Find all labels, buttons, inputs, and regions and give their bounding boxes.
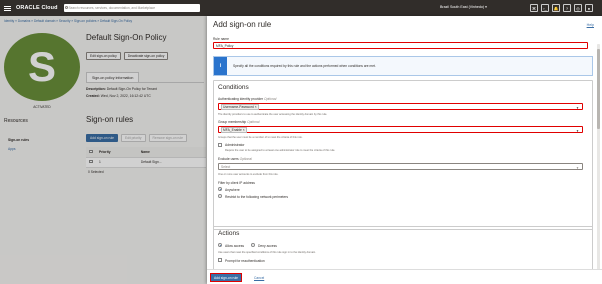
add-sign-on-rule-panel: Add sign-on rule Help Rule name MFA_Poli… bbox=[207, 16, 602, 284]
allow-access-label: Allow access bbox=[225, 243, 245, 248]
cancel-link[interactable]: Cancel bbox=[254, 276, 264, 280]
search-input[interactable]: Search resources, services, documentatio… bbox=[63, 4, 200, 12]
rule-name-label: Rule name bbox=[213, 37, 229, 41]
group-chip[interactable]: MFA_Enable × bbox=[221, 126, 247, 133]
exclude-users-help: One or more user accounts to exclude fro… bbox=[218, 173, 279, 176]
allow-access-help: Use users that meet the specified condit… bbox=[218, 251, 316, 254]
scrollbar-thumb[interactable] bbox=[597, 49, 600, 129]
idp-label: Authenticating identity provider Optiona… bbox=[218, 97, 276, 101]
optional-tag: Optional bbox=[239, 157, 252, 161]
reauthentication-label: Prompt for reauthentication bbox=[225, 258, 265, 263]
modal-overlay bbox=[0, 16, 207, 284]
idp-chip[interactable]: Username-Password × bbox=[221, 103, 259, 110]
ip-restrict-radio[interactable] bbox=[218, 194, 222, 198]
group-help: Groups that the user must be a member of… bbox=[218, 136, 303, 139]
idp-help: The identity providers to use to authent… bbox=[218, 113, 328, 116]
cloud-shell-icon[interactable]: ›_ bbox=[541, 4, 549, 12]
optional-tag: Optional bbox=[264, 97, 277, 101]
administrator-label: Administrator bbox=[225, 143, 245, 147]
info-banner: i Specify all the conditions required by… bbox=[213, 56, 593, 76]
region-selector[interactable]: Brazil South East (Vinhedo) ▾ bbox=[440, 5, 487, 9]
profile-icon[interactable]: ● bbox=[585, 4, 593, 12]
chevron-down-icon: ▼ bbox=[576, 128, 579, 133]
group-label-text: Group membership bbox=[218, 120, 247, 124]
deny-access-label: Deny access bbox=[258, 243, 277, 248]
search-placeholder: Search resources, services, documentatio… bbox=[68, 6, 155, 10]
exclude-label-text: Exclude users bbox=[218, 157, 239, 161]
idp-chip-label: Username-Password bbox=[223, 104, 254, 109]
administrator-help: Require the user to be assigned to at le… bbox=[225, 149, 336, 152]
ip-restrict-label: Restrict to the following network perime… bbox=[225, 194, 289, 199]
language-globe-icon[interactable]: ◎ bbox=[574, 4, 582, 12]
oracle-cloud-logo[interactable]: ORACLE Cloud bbox=[16, 5, 58, 11]
rule-name-input[interactable]: MFA_Policy bbox=[213, 42, 588, 49]
chevron-down-icon: ▼ bbox=[576, 165, 579, 170]
info-icon: i bbox=[214, 57, 227, 75]
optional-tag: Optional bbox=[247, 120, 260, 124]
help-icon[interactable]: ? bbox=[563, 4, 571, 12]
region-label: Brazil South East (Vinhedo) bbox=[440, 5, 485, 9]
actions-title: Actions bbox=[218, 230, 240, 237]
panel-footer: Add sign-on rule Cancel bbox=[207, 269, 602, 284]
exclude-users-select[interactable]: Select ▼ bbox=[218, 163, 583, 170]
ip-filter-label: Filter by client IP address bbox=[218, 181, 255, 185]
group-label: Group membership Optional bbox=[218, 120, 259, 124]
administrator-checkbox[interactable] bbox=[218, 143, 222, 147]
allow-access-radio[interactable] bbox=[218, 243, 222, 247]
actions-section bbox=[213, 226, 593, 274]
ip-anywhere-label: Anywhere bbox=[225, 187, 240, 192]
chevron-down-icon: ▾ bbox=[485, 5, 487, 9]
exclude-users-placeholder: Select bbox=[221, 164, 231, 169]
panel-title: Add sign-on rule bbox=[213, 20, 272, 29]
deny-access-radio[interactable] bbox=[251, 243, 255, 247]
group-select[interactable]: MFA_Enable × ▼ bbox=[218, 126, 583, 133]
ip-anywhere-radio[interactable] bbox=[218, 187, 222, 191]
exclude-users-label: Exclude users Optional bbox=[218, 157, 252, 161]
info-text: Specify all the conditions required by t… bbox=[233, 64, 376, 68]
conditions-title: Conditions bbox=[218, 84, 249, 91]
notifications-icon[interactable]: 🔔 bbox=[552, 4, 560, 12]
help-link[interactable]: Help bbox=[587, 23, 594, 27]
chevron-down-icon: ▼ bbox=[576, 105, 579, 110]
rule-name-value: MFA_Policy bbox=[216, 43, 234, 48]
group-chip-label: MFA_Enable bbox=[223, 127, 242, 132]
menu-icon[interactable] bbox=[4, 5, 11, 11]
idp-label-text: Authenticating identity provider bbox=[218, 97, 264, 101]
code-editor-icon[interactable]: ⌘ bbox=[530, 4, 538, 12]
reauthentication-checkbox[interactable] bbox=[218, 258, 222, 262]
submit-add-rule-button[interactable]: Add sign-on rule bbox=[210, 273, 243, 282]
top-bar: ORACLE Cloud Search resources, services,… bbox=[0, 0, 602, 16]
idp-select[interactable]: Username-Password × ▼ bbox=[218, 103, 583, 110]
